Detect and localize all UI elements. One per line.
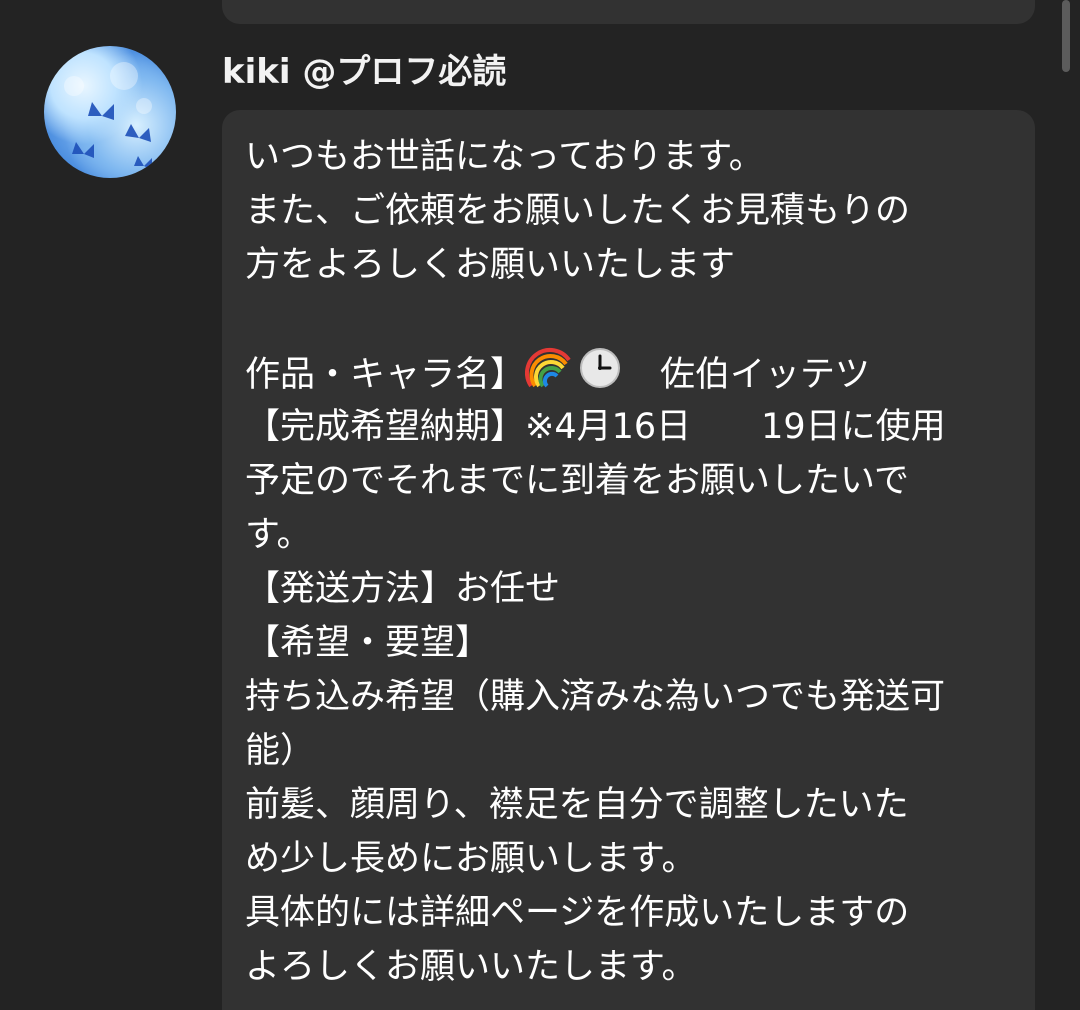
message-line: 具体的には詳細ページを作成いたしますの	[245, 893, 910, 933]
message-line: 【希望・要望】	[245, 623, 491, 663]
sender-name[interactable]: kiki @プロフ必読	[222, 50, 506, 94]
message-line: め少し長めにお願いします。	[245, 839, 697, 879]
message-line: 前髪、顔周り、襟足を自分で調整したいた	[245, 785, 909, 825]
scrollbar-thumb[interactable]	[1062, 0, 1070, 72]
avatar[interactable]	[44, 46, 176, 178]
message-line: 能）	[245, 731, 316, 771]
message-line: よろしくお願いいたします。	[245, 947, 697, 987]
message-line: す。	[245, 515, 312, 555]
clock-icon	[575, 346, 625, 406]
message-line: いつもお世話になっております。	[245, 137, 764, 177]
butterfly-avatar-icon	[64, 62, 152, 170]
message-line: 予定のでそれまでに到着をお願いしたいで	[245, 461, 909, 501]
message-line-character: 作品・キャラ名】 佐伯イッテツ	[245, 346, 870, 400]
character-name: 佐伯イッテツ	[625, 355, 871, 395]
message-line: 【完成希望納期】※4月16日 19日に使用	[245, 407, 946, 447]
message-line: 【発送方法】お任せ	[245, 569, 561, 609]
message-line: 作品・キャラ名】	[245, 355, 526, 395]
previous-message-bubble	[222, 0, 1035, 24]
message-line: また、ご依頼をお願いしたくお見積もりの	[245, 191, 911, 231]
rainbow-icon	[525, 346, 575, 406]
message-line: 持ち込み希望（購入済みな為いつでも発送可	[245, 677, 946, 717]
message-line: 方をよろしくお願いいたします	[245, 245, 736, 285]
